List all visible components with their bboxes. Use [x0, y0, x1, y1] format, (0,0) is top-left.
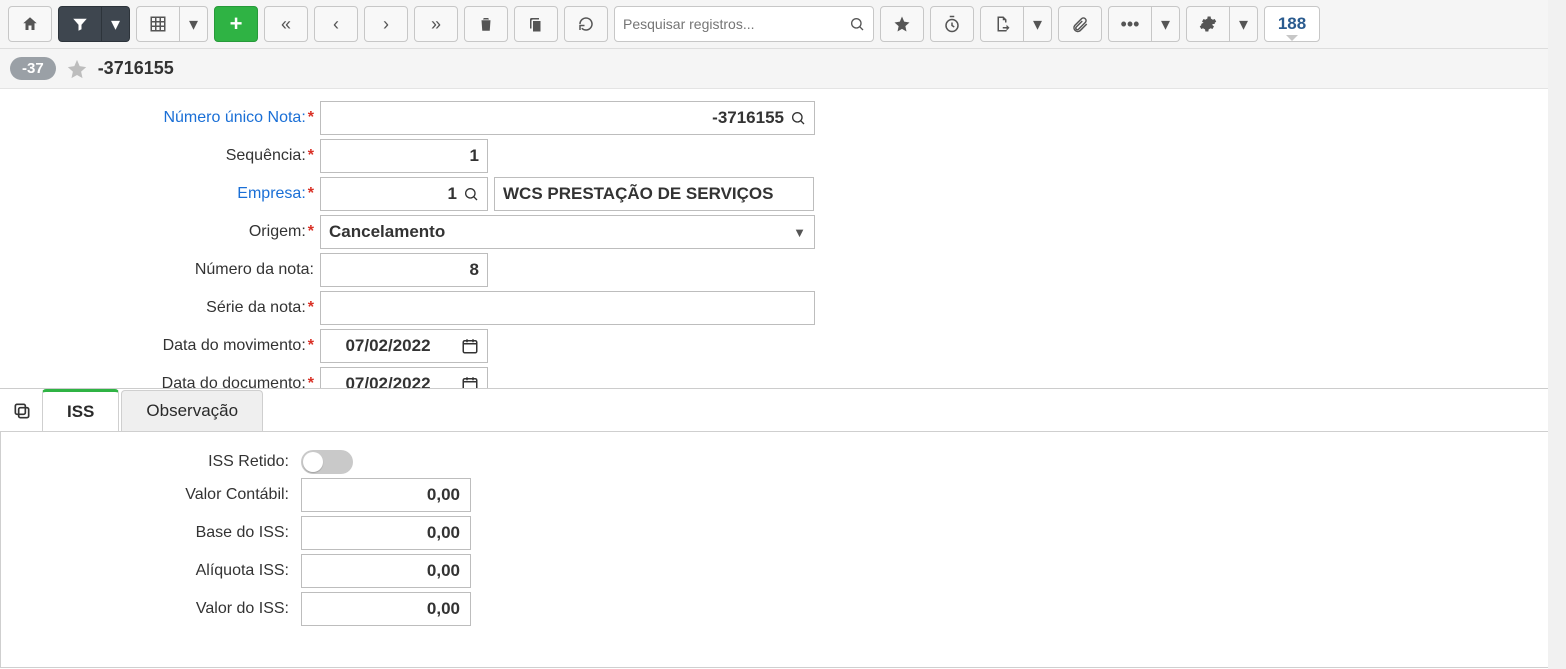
record-title: -3716155: [98, 58, 174, 79]
nav-first-button[interactable]: «: [264, 6, 308, 42]
field-data-documento[interactable]: 07/02/2022: [320, 367, 488, 389]
label-data-movimento: Data do movimento:*: [0, 337, 320, 355]
field-base-iss[interactable]: 0,00: [301, 516, 471, 550]
tabbar: ISS Observação: [0, 389, 1566, 432]
tab-observacao[interactable]: Observação: [121, 390, 263, 431]
more-group: ••• ▾: [1108, 6, 1180, 42]
value-aliquota-iss: 0,00: [427, 561, 460, 581]
nav-last-button[interactable]: »: [414, 6, 458, 42]
star-icon[interactable]: [66, 58, 88, 80]
field-serie-nota[interactable]: [320, 291, 815, 325]
value-valor-iss: 0,00: [427, 599, 460, 619]
delete-button[interactable]: [464, 6, 508, 42]
more-dropdown-button[interactable]: ▾: [1152, 6, 1180, 42]
label-iss-retido: ISS Retido:: [1, 453, 301, 471]
tab-iss[interactable]: ISS: [42, 389, 119, 432]
grid-dropdown-button[interactable]: ▾: [180, 6, 208, 42]
search-icon: [849, 16, 865, 32]
value-origem: Cancelamento: [329, 222, 445, 242]
value-valor-contabil: 0,00: [427, 485, 460, 505]
value-empresa-code: 1: [448, 184, 457, 204]
subheader: -37 -3716155: [0, 49, 1566, 89]
value-sequencia: 1: [470, 146, 479, 166]
field-numero-unico[interactable]: -3716155: [320, 101, 815, 135]
value-data-documento: 07/02/2022: [321, 374, 455, 389]
value-base-iss: 0,00: [427, 523, 460, 543]
add-button[interactable]: +: [214, 6, 258, 42]
search-icon[interactable]: [463, 186, 479, 202]
value-data-movimento: 07/02/2022: [321, 336, 455, 356]
field-origem[interactable]: Cancelamento ▼: [320, 215, 815, 249]
toolbar: ▾ ▾ + « ‹ › » ▾: [0, 0, 1566, 49]
label-origem: Origem:*: [0, 223, 320, 241]
nav-prev-button[interactable]: ‹: [314, 6, 358, 42]
settings-group: ▾: [1186, 6, 1258, 42]
label-base-iss: Base do ISS:: [1, 524, 301, 542]
field-empresa-name: WCS PRESTAÇÃO DE SERVIÇOS: [494, 177, 814, 211]
attach-button[interactable]: [1058, 6, 1102, 42]
filter-dropdown-button[interactable]: ▾: [102, 6, 130, 42]
search-box[interactable]: [614, 6, 874, 42]
field-valor-iss[interactable]: 0,00: [301, 592, 471, 626]
value-numero-nota: 8: [470, 260, 479, 280]
filter-group: ▾: [58, 6, 130, 42]
value-numero-unico: -3716155: [712, 108, 784, 128]
export-button[interactable]: [980, 6, 1024, 42]
settings-dropdown-button[interactable]: ▾: [1230, 6, 1258, 42]
calendar-icon[interactable]: [461, 375, 479, 389]
label-aliquota-iss: Alíquota ISS:: [1, 562, 301, 580]
label-sequencia: Sequência:*: [0, 147, 320, 165]
tab-content-iss: ISS Retido: Valor Contábil: 0,00 Base do…: [0, 431, 1566, 668]
copy-record-button[interactable]: [514, 6, 558, 42]
export-dropdown-button[interactable]: ▾: [1024, 6, 1052, 42]
timer-button[interactable]: [930, 6, 974, 42]
refresh-button[interactable]: [564, 6, 608, 42]
favorite-button[interactable]: [880, 6, 924, 42]
export-group: ▾: [980, 6, 1052, 42]
copy-icon[interactable]: [8, 397, 36, 425]
form-pane: Número único Nota:* -3716155 Sequência:*…: [0, 89, 1566, 389]
search-input[interactable]: [623, 16, 849, 32]
label-numero-unico[interactable]: Número único Nota:*: [0, 109, 320, 127]
field-aliquota-iss[interactable]: 0,00: [301, 554, 471, 588]
field-data-movimento[interactable]: 07/02/2022: [320, 329, 488, 363]
label-empresa[interactable]: Empresa:*: [0, 185, 320, 203]
field-valor-contabil[interactable]: 0,00: [301, 478, 471, 512]
grid-button[interactable]: [136, 6, 180, 42]
chevron-down-icon: ▼: [793, 225, 806, 240]
label-valor-contabil: Valor Contábil:: [1, 486, 301, 504]
home-button[interactable]: [8, 6, 52, 42]
record-counter[interactable]: 188: [1264, 6, 1320, 42]
grid-group: ▾: [136, 6, 208, 42]
label-valor-iss: Valor do ISS:: [1, 600, 301, 618]
page-scrollbar[interactable]: [1548, 0, 1566, 669]
filter-button[interactable]: [58, 6, 102, 42]
nav-next-button[interactable]: ›: [364, 6, 408, 42]
toggle-iss-retido[interactable]: [301, 450, 353, 474]
more-button[interactable]: •••: [1108, 6, 1152, 42]
label-serie-nota: Série da nota:*: [0, 299, 320, 317]
calendar-icon[interactable]: [461, 337, 479, 355]
field-empresa-code[interactable]: 1: [320, 177, 488, 211]
tab-pill[interactable]: -37: [10, 57, 56, 80]
label-data-documento: Data do documento:*: [0, 375, 320, 389]
settings-button[interactable]: [1186, 6, 1230, 42]
search-icon[interactable]: [790, 110, 806, 126]
field-numero-nota[interactable]: 8: [320, 253, 488, 287]
field-sequencia[interactable]: 1: [320, 139, 488, 173]
label-numero-nota: Número da nota:: [0, 261, 320, 279]
record-counter-value: 188: [1278, 14, 1306, 34]
